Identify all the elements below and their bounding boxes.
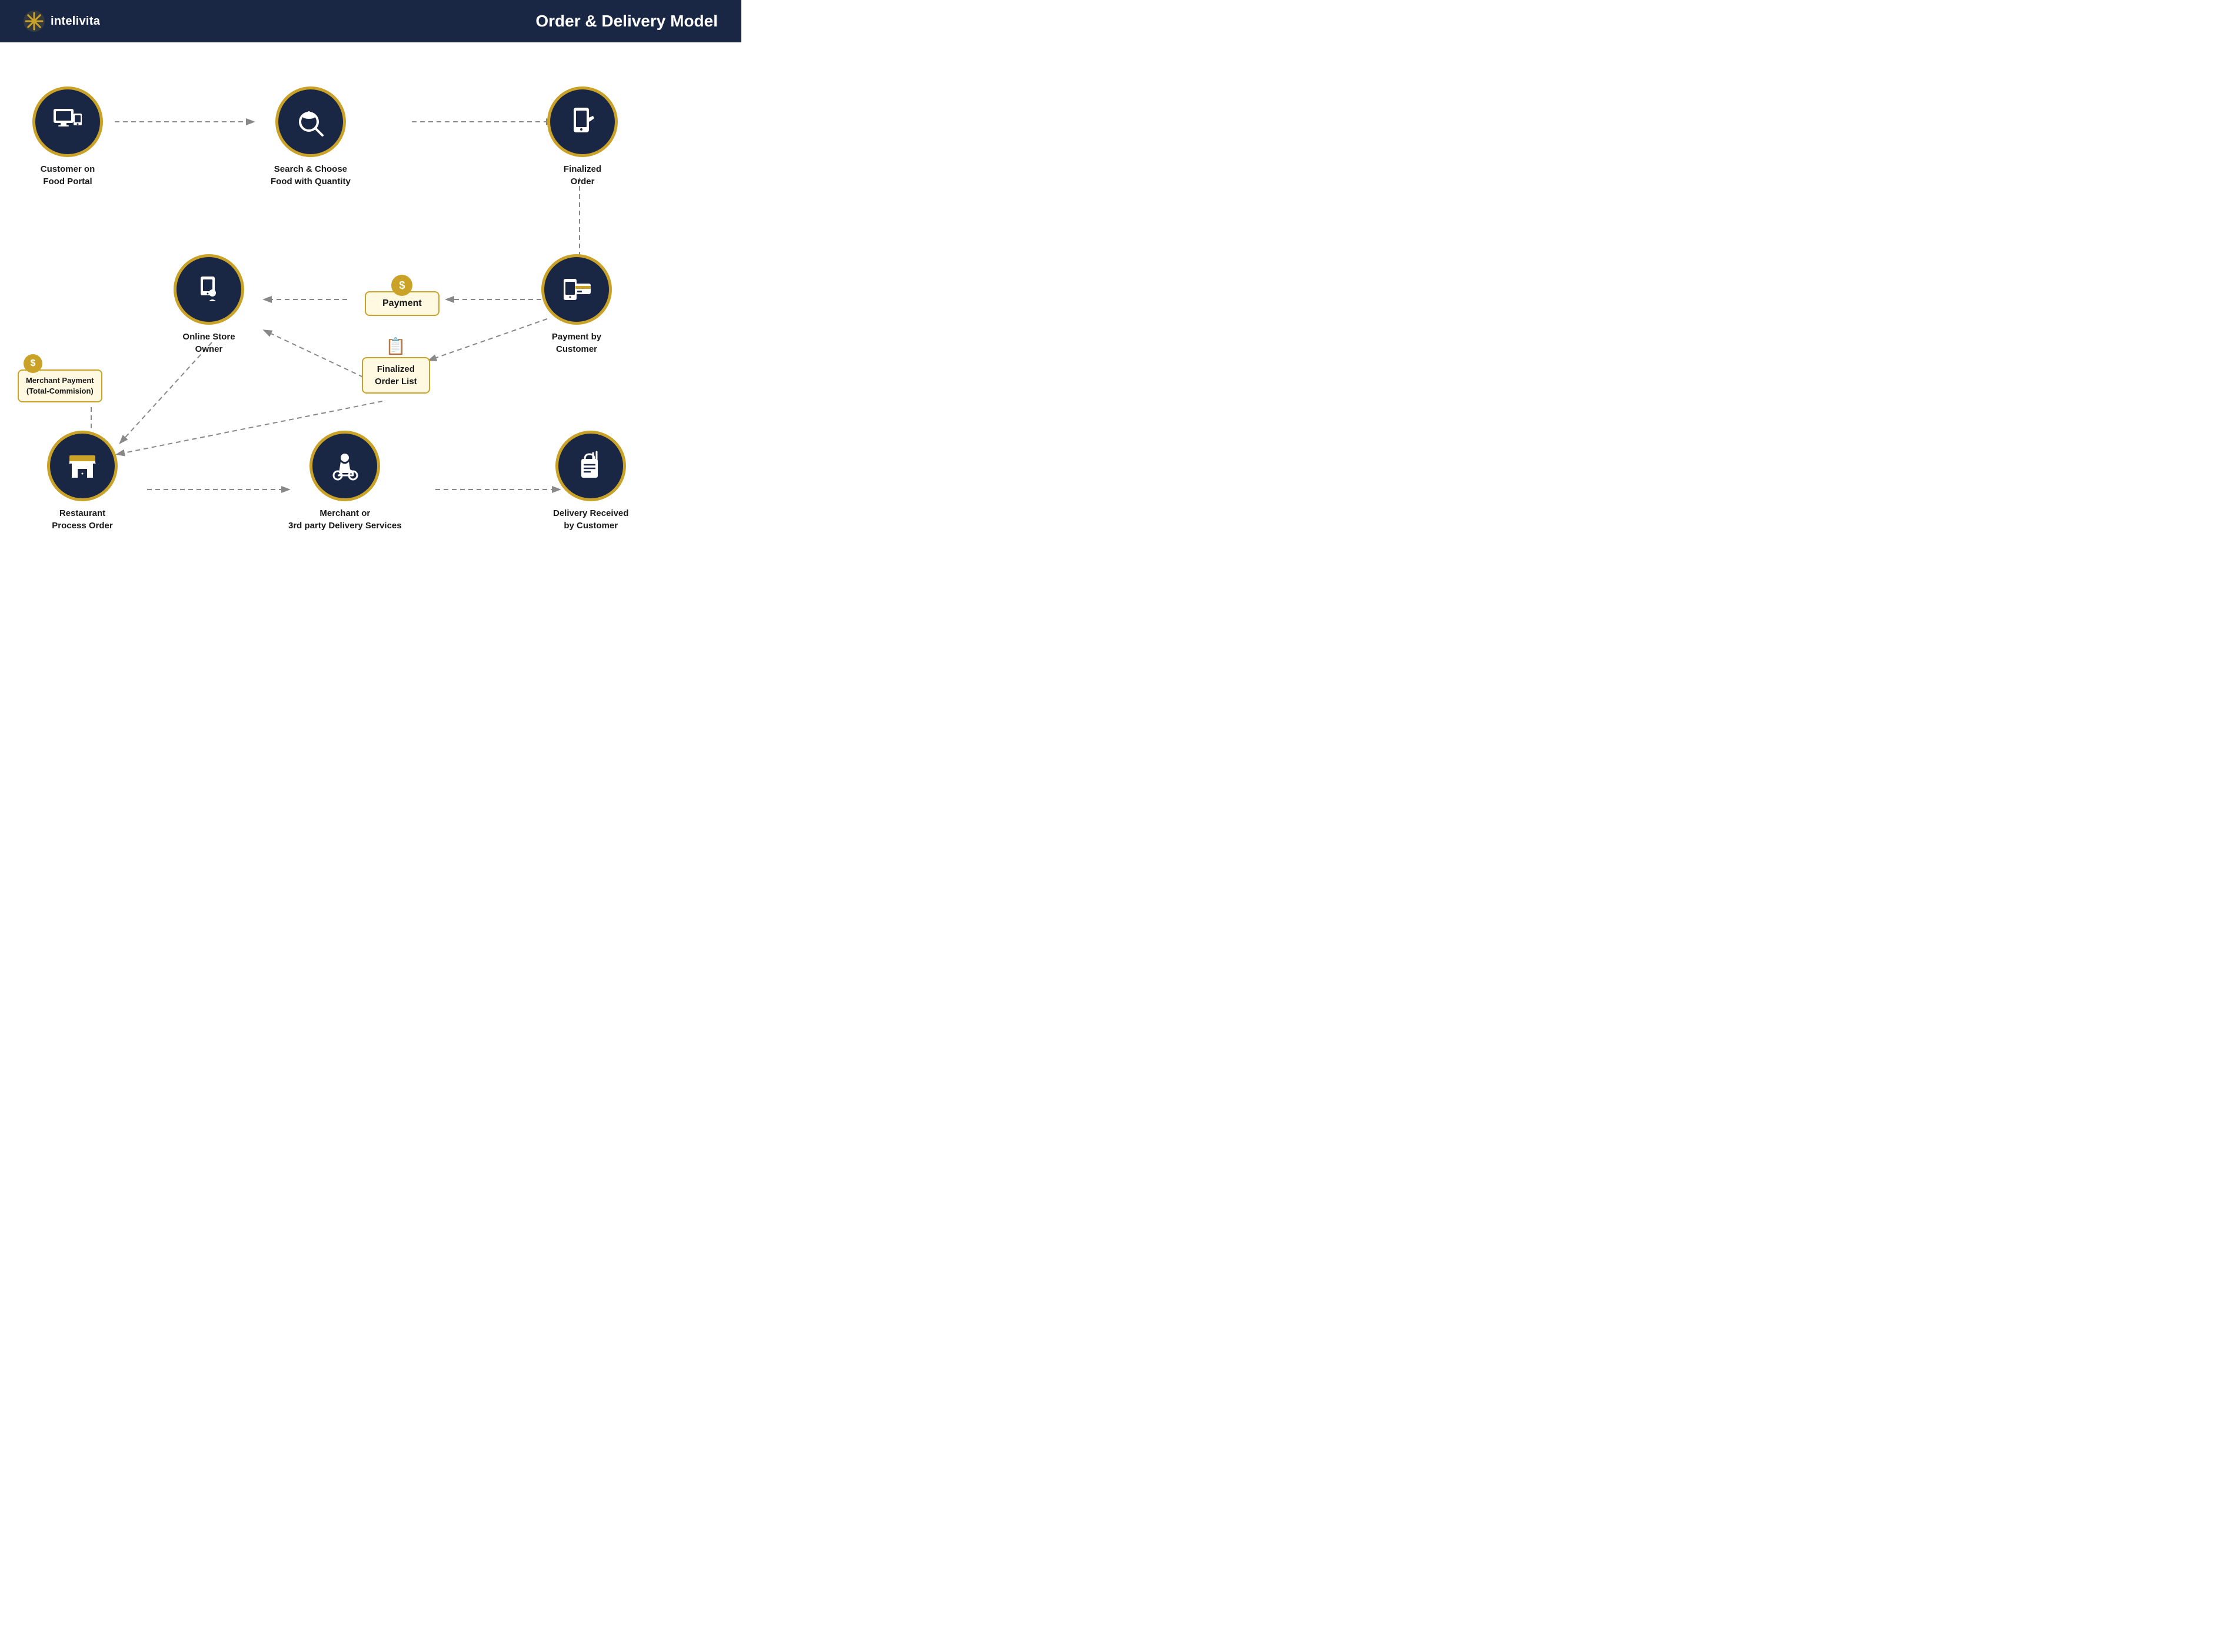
- search-food-label: Search & ChooseFood with Quantity: [271, 163, 351, 188]
- main-diagram: Customer onFood Portal Search & ChooseFo…: [0, 42, 741, 551]
- node-delivery: Merchant or3rd party Delivery Services: [288, 431, 402, 532]
- merchant-payment-badge: $ Merchant Payment(Total-Commision): [18, 354, 102, 402]
- customer-portal-label: Customer onFood Portal: [41, 163, 95, 188]
- node-online-store: Online StoreOwner: [174, 254, 244, 355]
- node-customer-portal: Customer onFood Portal: [32, 86, 103, 188]
- node-restaurant: RestaurantProcess Order: [47, 431, 118, 532]
- restaurant-icon: [47, 431, 118, 501]
- payment-badge: $ Payment: [365, 275, 440, 316]
- node-search-food: Search & ChooseFood with Quantity: [271, 86, 351, 188]
- logo-icon: [24, 11, 45, 32]
- payment-customer-label: Payment byCustomer: [552, 331, 601, 355]
- payment-badge-label: Payment: [382, 298, 422, 308]
- payment-customer-icon: [541, 254, 612, 325]
- node-delivery-received: Delivery Receivedby Customer: [553, 431, 628, 532]
- node-payment-customer: Payment byCustomer: [541, 254, 612, 355]
- page-title: Order & Delivery Model: [535, 12, 718, 31]
- delivery-received-icon: [555, 431, 626, 501]
- customer-portal-icon: [32, 86, 103, 157]
- finalized-order-label: FinalizedOrder: [564, 163, 601, 188]
- restaurant-label: RestaurantProcess Order: [52, 507, 112, 532]
- logo-text: intelivita: [51, 15, 100, 28]
- online-store-icon: [174, 254, 244, 325]
- order-list-badge: 📋 FinalizedOrder List: [362, 337, 430, 394]
- logo-area: intelivita: [24, 11, 100, 32]
- search-food-icon: [275, 86, 346, 157]
- online-store-label: Online StoreOwner: [182, 331, 235, 355]
- delivery-label: Merchant or3rd party Delivery Services: [288, 507, 402, 532]
- node-finalized-order: FinalizedOrder: [547, 86, 618, 188]
- delivery-received-label: Delivery Receivedby Customer: [553, 507, 628, 532]
- finalized-order-icon: [547, 86, 618, 157]
- header: intelivita Order & Delivery Model: [0, 0, 741, 42]
- delivery-icon: [309, 431, 380, 501]
